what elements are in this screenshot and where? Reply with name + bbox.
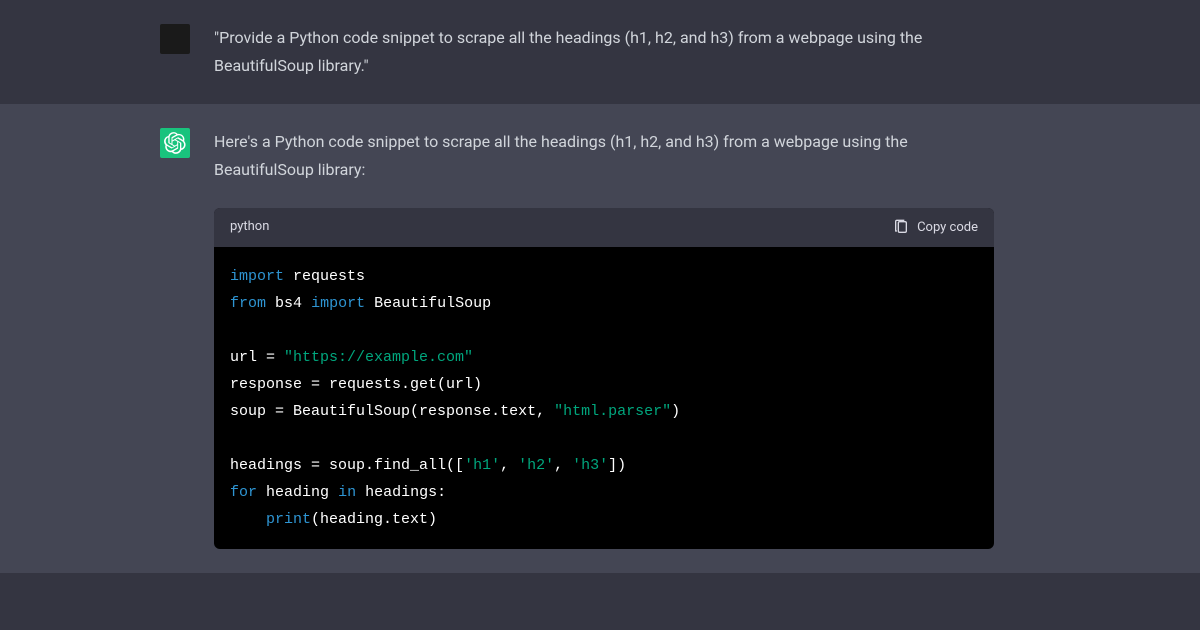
code-token: BeautifulSoup(response.text, xyxy=(293,403,554,420)
code-token: headings: xyxy=(356,484,446,501)
code-token: ]) xyxy=(608,457,626,474)
code-token: , xyxy=(500,457,518,474)
code-token xyxy=(329,484,338,501)
code-token: requests.get(url) xyxy=(329,376,482,393)
code-token: 'h2' xyxy=(518,457,554,474)
code-token: = xyxy=(302,457,329,474)
clipboard-icon xyxy=(893,219,909,235)
code-token: (heading.text) xyxy=(311,511,437,528)
code-block: python Copy code import requests from bs… xyxy=(214,208,994,549)
code-body[interactable]: import requests from bs4 import Beautifu… xyxy=(214,247,994,549)
code-token: "html.parser" xyxy=(554,403,671,420)
code-token xyxy=(365,295,374,312)
assistant-message-intro: Here's a Python code snippet to scrape a… xyxy=(214,128,994,184)
code-token: in xyxy=(338,484,356,501)
code-token: response xyxy=(230,376,302,393)
code-token: bs4 xyxy=(275,295,302,312)
code-block-header: python Copy code xyxy=(214,208,994,247)
code-token: soup xyxy=(230,403,266,420)
code-token: 'h3' xyxy=(572,457,608,474)
copy-code-label: Copy code xyxy=(917,220,978,235)
code-token: for xyxy=(230,484,257,501)
code-token: from xyxy=(230,295,266,312)
code-token: import xyxy=(230,268,284,285)
code-token: url xyxy=(230,349,257,366)
code-token: = xyxy=(266,403,293,420)
user-avatar xyxy=(160,24,190,54)
code-token: ) xyxy=(671,403,680,420)
code-token: 'h1' xyxy=(464,457,500,474)
code-token: requests xyxy=(293,268,365,285)
code-token: soup.find_all([ xyxy=(329,457,464,474)
assistant-message-content: Here's a Python code snippet to scrape a… xyxy=(214,128,1034,549)
user-message-text: "Provide a Python code snippet to scrape… xyxy=(214,24,1034,80)
openai-logo-icon xyxy=(164,132,186,154)
code-token: = xyxy=(302,376,329,393)
code-token: print xyxy=(230,511,311,528)
code-token xyxy=(302,295,311,312)
user-message-row: "Provide a Python code snippet to scrape… xyxy=(0,0,1200,104)
code-token xyxy=(266,295,275,312)
code-token xyxy=(284,268,293,285)
code-language-label: python xyxy=(230,216,269,239)
code-token: import xyxy=(311,295,365,312)
code-token: "https://example.com" xyxy=(284,349,473,366)
code-token: BeautifulSoup xyxy=(374,295,491,312)
copy-code-button[interactable]: Copy code xyxy=(893,219,978,235)
assistant-avatar xyxy=(160,128,190,158)
code-token: heading xyxy=(266,484,329,501)
code-token: headings xyxy=(230,457,302,474)
assistant-message-row: Here's a Python code snippet to scrape a… xyxy=(0,104,1200,573)
code-token: = xyxy=(257,349,284,366)
code-token xyxy=(257,484,266,501)
code-token: , xyxy=(554,457,572,474)
